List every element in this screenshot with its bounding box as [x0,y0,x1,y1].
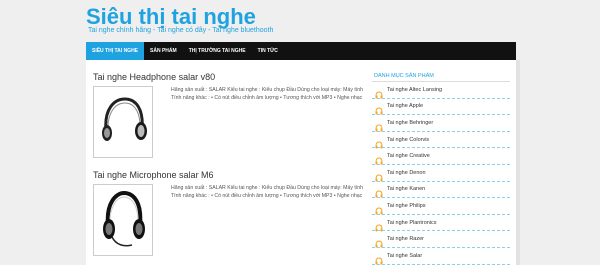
headset-image [103,190,145,247]
category-item-creative[interactable]: Tai nghe Creative [372,148,510,165]
category-label: Tai nghe Creative [387,153,430,160]
headphone-icon [375,86,383,99]
category-item-altec-lansing[interactable]: Tai nghe Altec Lansing [372,82,510,99]
post-excerpt: Hãng sản xuất : SALAR Kiểu tai nghe : Ki… [171,87,364,101]
category-label: Tai nghe Apple [387,103,424,110]
category-label: Tai nghe Kanen [387,186,426,193]
category-item-salar[interactable]: Tai nghe Salar [372,248,510,265]
headphone-icon [375,202,383,215]
category-item-philips[interactable]: Tai nghe Philips [372,198,510,215]
category-label: Tai nghe Philips [387,202,426,209]
sidebar-title: Danh mục sản phẩm [372,70,510,82]
headphone-icon [375,252,383,265]
nav-item-news[interactable]: Tin tức [252,42,284,60]
post-title[interactable]: Tai nghe Headphone salar v80 [93,72,215,82]
category-label: Tai nghe Razer [387,236,424,243]
page-edge-bar [516,60,520,265]
site-header: Siêu thị tai nghe Tai nghe chính hãng - … [0,0,600,42]
headphone-image [102,97,147,141]
post-list: Tai nghe Headphone salar v80 Hãng sản xu… [86,60,366,265]
post-title[interactable]: Tai nghe Microphone salar M6 [93,170,214,180]
headphone-icon [375,152,383,165]
category-item-behringer[interactable]: Tai nghe Behringer [372,115,510,132]
category-item-plantronics[interactable]: Tai nghe Plantronics [372,215,510,232]
post-thumbnail[interactable] [93,86,153,158]
category-label: Tai nghe Altec Lansing [387,86,443,93]
category-label: Tai nghe Salar [387,252,423,259]
nav-item-home[interactable]: Siêu thị tai nghe [86,42,145,60]
nav-item-market[interactable]: Thị trường tai nghe [183,42,252,60]
headphone-icon [375,235,383,248]
post-excerpt: Hãng sản xuất : SALAR Kiểu tai nghe : Ki… [171,185,364,199]
headphone-icon [375,185,383,198]
headphone-icon [375,136,383,149]
nav-item-products[interactable]: Sản phẩm [144,42,183,60]
category-item-colorvis[interactable]: Tai nghe Colorvis [372,132,510,149]
category-item-denon[interactable]: Tai nghe Denon [372,165,510,182]
category-item-apple[interactable]: Tai nghe Apple [372,99,510,116]
category-item-razer[interactable]: Tai nghe Razer [372,231,510,248]
main-nav: Siêu thị tai nghe Sản phẩm Thị trường ta… [86,42,516,60]
headphone-icon [375,169,383,182]
headphone-icon [375,219,383,232]
headphone-icon [375,102,383,115]
category-label: Tai nghe Behringer [387,119,434,126]
category-list: Tai nghe Altec Lansing Tai nghe Apple Ta… [372,82,510,265]
category-label: Tai nghe Plantronics [387,219,437,226]
headphone-icon [375,119,383,132]
site-description: Tai nghe chính hãng - Tai nghe có dây - … [88,27,274,34]
post-thumbnail[interactable] [93,184,153,256]
category-label: Tai nghe Colorvis [387,136,430,143]
category-item-kanen[interactable]: Tai nghe Kanen [372,182,510,199]
content-area: Tai nghe Headphone salar v80 Hãng sản xu… [86,60,516,265]
category-sidebar: Danh mục sản phẩm Tai nghe Altec Lansing… [372,70,510,265]
category-label: Tai nghe Denon [387,169,426,176]
